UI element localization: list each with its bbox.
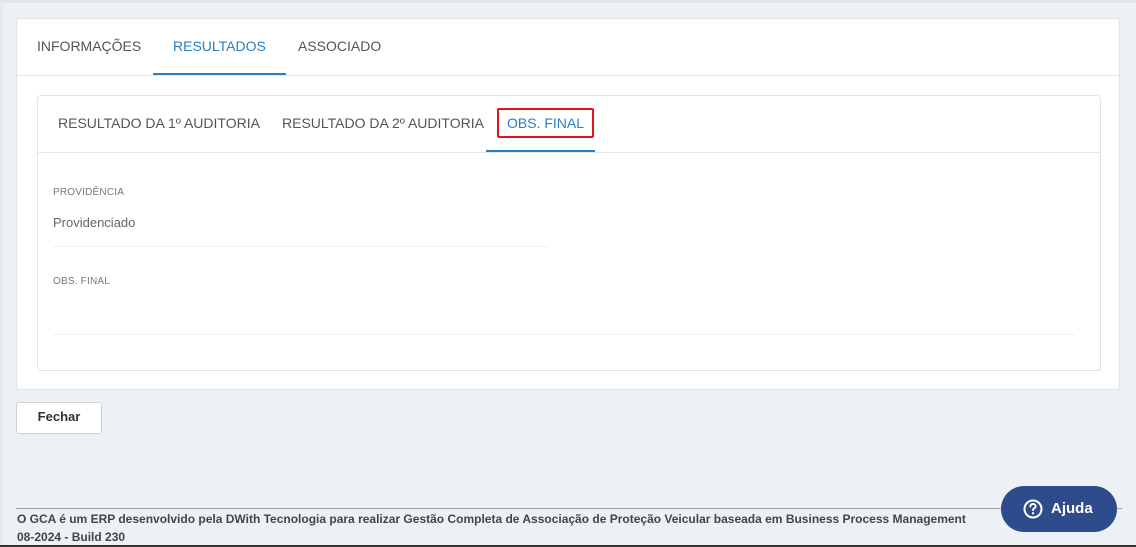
footer-text: O GCA é um ERP desenvolvido pela DWith T… (17, 510, 1017, 546)
tab-informacoes[interactable]: INFORMAÇÕES (17, 19, 161, 75)
window-top-border (0, 0, 1136, 3)
tab-associado[interactable]: ASSOCIADO (278, 19, 401, 75)
footer-line-2: 08-2024 - Build 230 (17, 530, 126, 544)
tab-resultados[interactable]: RESULTADOS (153, 19, 286, 75)
main-tabs: INFORMAÇÕES RESULTADOS ASSOCIADO (17, 19, 1119, 76)
obs-final-label: OBS. FINAL (53, 276, 111, 287)
help-button[interactable]: Ajuda (1001, 486, 1117, 532)
obs-final-underline (53, 334, 1075, 335)
window-left-border (0, 0, 3, 547)
providencia-value: Providenciado (53, 215, 136, 230)
tab-resultado-2-auditoria[interactable]: RESULTADO DA 2º AUDITORIA (262, 96, 504, 152)
sub-tabs: RESULTADO DA 1º AUDITORIA RESULTADO DA 2… (38, 96, 1100, 153)
providencia-underline (53, 246, 549, 247)
footer-line-1: O GCA é um ERP desenvolvido pela DWith T… (17, 512, 966, 526)
tab-obs-final-label: OBS. FINAL (497, 108, 595, 138)
results-panel: RESULTADO DA 1º AUDITORIA RESULTADO DA 2… (37, 95, 1101, 371)
footer-divider (16, 508, 1122, 509)
question-circle-icon (1023, 499, 1043, 519)
tab-resultado-1-auditoria[interactable]: RESULTADO DA 1º AUDITORIA (38, 96, 280, 152)
tab-obs-final[interactable]: OBS. FINAL (486, 96, 595, 152)
details-card: INFORMAÇÕES RESULTADOS ASSOCIADO RESULTA… (16, 18, 1120, 390)
providencia-label: PROVIDÊNCIA (53, 187, 125, 198)
close-button[interactable]: Fechar (16, 402, 102, 434)
help-label: Ajuda (1051, 500, 1093, 517)
